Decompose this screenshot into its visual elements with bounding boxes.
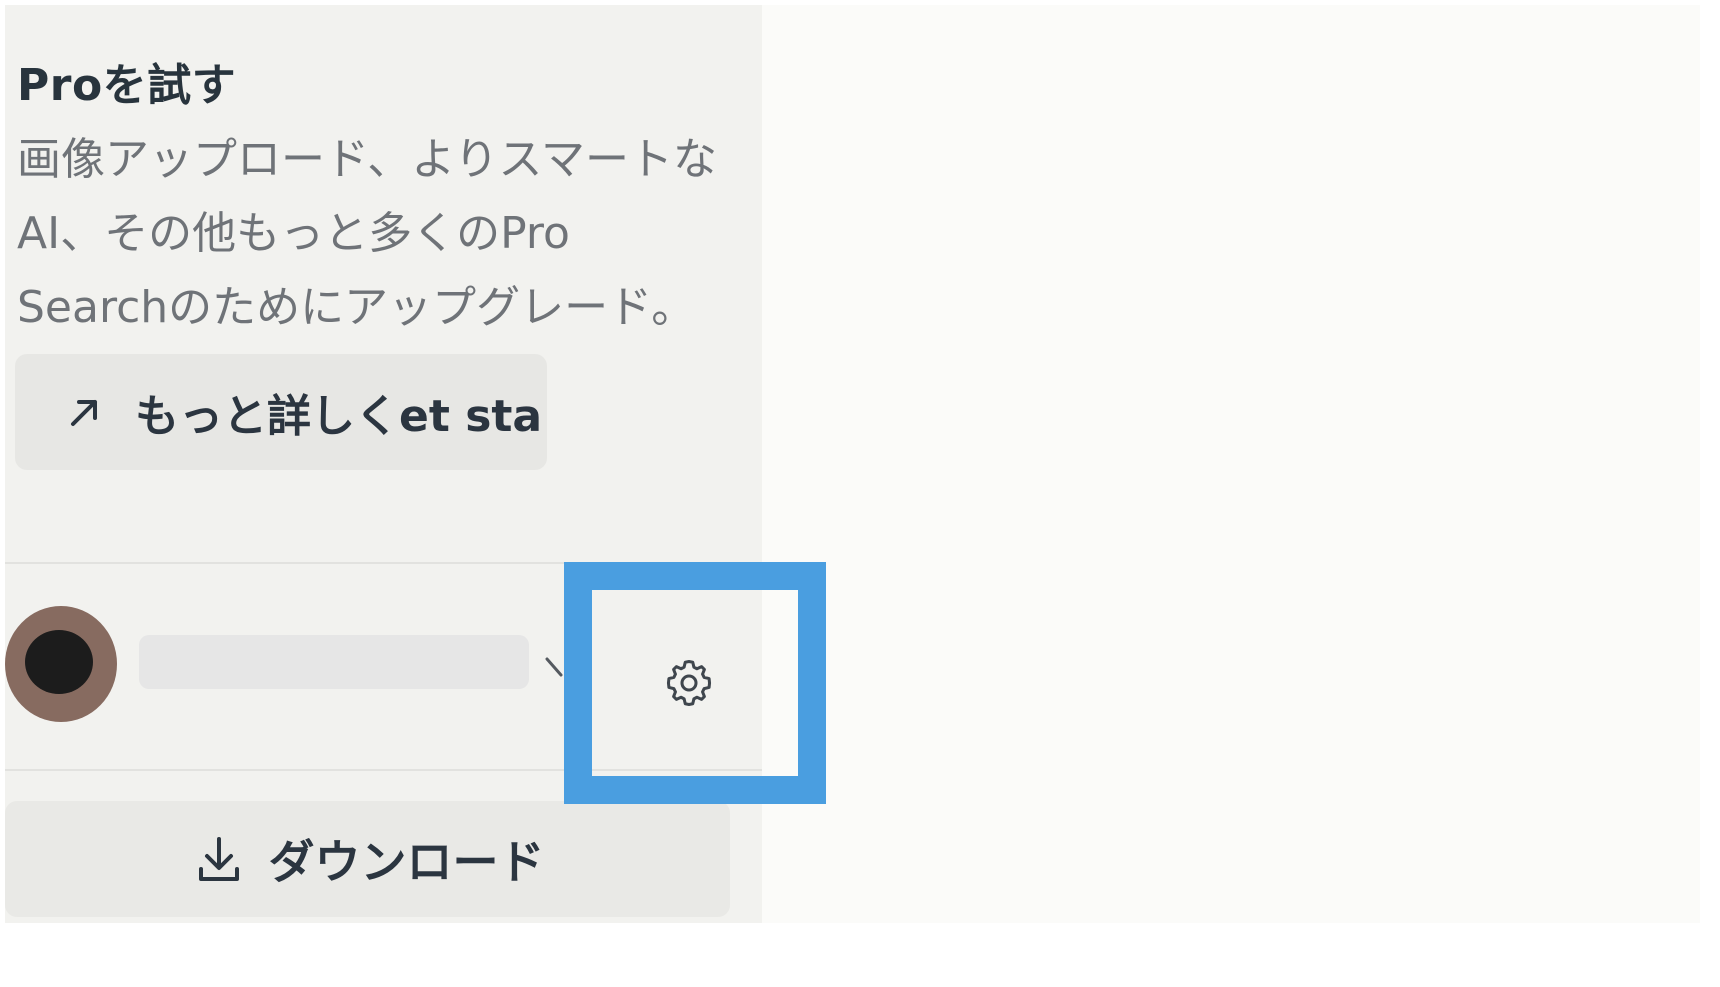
main-content-edge — [762, 590, 798, 776]
download-button[interactable]: ダウンロード — [5, 801, 730, 917]
promo-description-line: AI、その他もっと多くのPro — [17, 208, 570, 259]
arrow-up-right-icon — [61, 388, 109, 436]
avatar-image — [25, 630, 93, 694]
learn-more-label: もっと詳しくet sta — [135, 391, 543, 442]
promo-description: 画像アップロード、よりスマートな AI、その他もっと多くのPro Searchの… — [17, 123, 718, 345]
username-placeholder[interactable] — [139, 635, 529, 689]
download-label: ダウンロード — [268, 835, 545, 889]
promo-description-line: 画像アップロード、よりスマートな — [17, 134, 718, 185]
app-window: Proを試す 画像アップロード、よりスマートな AI、その他もっと多くのPro … — [5, 5, 1700, 923]
promo-title: Proを試す — [17, 60, 237, 111]
gear-icon — [666, 660, 712, 706]
avatar[interactable] — [5, 606, 117, 722]
learn-more-button[interactable]: もっと詳しくet sta — [15, 354, 547, 470]
promo-description-line: Searchのためにアップグレード。 — [17, 282, 696, 333]
download-icon — [191, 831, 247, 887]
settings-button[interactable] — [592, 590, 798, 776]
main-content — [762, 5, 1700, 923]
